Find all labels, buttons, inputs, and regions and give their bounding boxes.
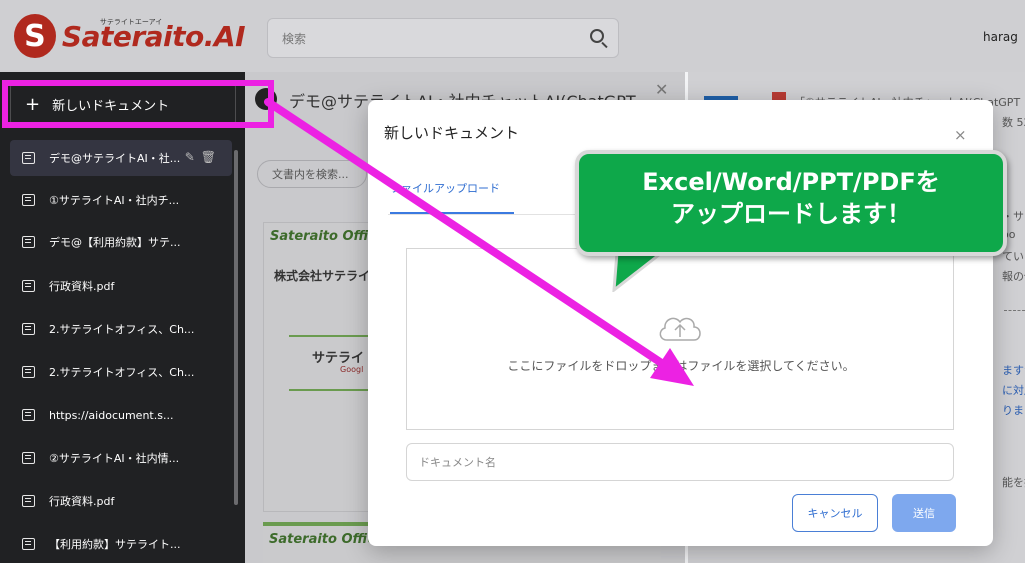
cloud-upload-icon: [659, 317, 701, 341]
annotation-callout: Excel/Word/PPT/PDFを アップロードします！: [575, 150, 1007, 256]
sidebar-doc-item[interactable]: 行政資料.pdf: [10, 268, 232, 304]
chat-text: ています: [1002, 250, 1025, 263]
chat-doc-icon: [22, 152, 35, 164]
suggested-question[interactable]: ります: [1002, 402, 1025, 418]
sidebar-doc-item[interactable]: 行政資料.pdf: [10, 483, 232, 519]
highlight-box: [2, 80, 274, 128]
sidebar-doc-item[interactable]: 【利用約款】サテライト...: [10, 526, 232, 562]
sidebar-doc-label: 行政資料.pdf: [49, 495, 115, 508]
sidebar-doc-label: ①サテライトAI・社内チ...: [49, 194, 180, 207]
header: 検索 harag: [245, 0, 1025, 72]
chat-doc-icon: [22, 236, 35, 248]
logo-kana: サテライトエーアイ: [99, 17, 163, 26]
logo-mark-icon: S: [14, 14, 56, 58]
submit-button[interactable]: 送信: [892, 494, 956, 532]
sidebar-doc-item[interactable]: デモ@【利用約款】サテ...: [10, 224, 232, 260]
sidebar-doc-label: デモ@【利用約款】サテ...: [49, 236, 181, 249]
tab-file-upload[interactable]: ファイルアップロード: [390, 180, 500, 196]
sidebar-doc-label: 2.サテライトオフィス、Ch...: [49, 366, 195, 379]
document-search-input[interactable]: 文書内を検索...: [257, 160, 367, 188]
thumb-divider: [289, 335, 379, 337]
logo[interactable]: S Sateraito.AI サテライトエーアイ: [0, 0, 246, 72]
thumb-google: Googl: [340, 365, 364, 374]
chat-doc-icon: [22, 194, 35, 206]
cancel-button[interactable]: キャンセル: [792, 494, 878, 532]
chat-text: 報の保: [1002, 270, 1025, 283]
dropzone-text: ここにファイルをドロップまたはファイルを選択してください。: [507, 359, 855, 373]
chat-doc-icon: [22, 409, 35, 421]
search-icon[interactable]: [590, 29, 604, 43]
doc-actions: ✎🗑: [185, 150, 222, 164]
chat-page-count: 数 52: [1002, 116, 1025, 129]
logo-text: Sateraito.AI サテライトエーアイ: [62, 17, 246, 53]
sidebar-doc-label: 【利用約款】サテライト...: [49, 538, 181, 551]
chat-doc-icon: [22, 452, 35, 464]
chat-doc-icon: [22, 495, 35, 507]
user-name[interactable]: harag: [983, 30, 1018, 44]
sidebar-scrollbar[interactable]: [234, 150, 238, 505]
trash-icon[interactable]: 🗑: [201, 150, 222, 164]
sidebar-doc-item[interactable]: 2.サテライトオフィス、Ch...: [10, 311, 232, 347]
sidebar-doc-label: 行政資料.pdf: [49, 280, 115, 293]
document-name-input[interactable]: [406, 443, 954, 481]
thumb-divider: [289, 389, 379, 391]
sidebar-doc-item[interactable]: https://aidocument.s...: [10, 397, 232, 433]
chat-text: 能を持: [1002, 476, 1025, 489]
thumb-subtitle: サテライ: [312, 351, 365, 366]
modal-title: 新しいドキュメント: [384, 124, 520, 142]
sidebar-doc-item[interactable]: 2.サテライトオフィス、Ch...: [10, 354, 232, 390]
chat-doc-icon: [22, 366, 35, 378]
close-icon[interactable]: ✕: [655, 80, 668, 99]
sidebar-doc-item[interactable]: ②サテライトAI・社内情...: [10, 440, 232, 476]
suggested-question[interactable]: に対応: [1002, 382, 1025, 398]
modal-close-icon[interactable]: ×: [954, 126, 967, 144]
divider: [1004, 310, 1025, 311]
edit-icon[interactable]: ✎: [185, 150, 201, 164]
search-input[interactable]: 検索: [267, 18, 619, 58]
chat-doc-icon: [22, 323, 35, 335]
sidebar-doc-label: ②サテライトAI・社内情...: [49, 452, 180, 465]
sidebar-doc-label: デモ@サテライトAI・社...: [49, 152, 181, 165]
chat-doc-icon: [22, 280, 35, 292]
callout-line-2: アップロードします！: [671, 200, 911, 228]
sidebar-doc-item[interactable]: デモ@サテライトAI・社... ✎🗑: [10, 140, 232, 176]
search-placeholder: 検索: [282, 31, 307, 46]
sidebar-doc-item[interactable]: ①サテライトAI・社内チ...: [10, 182, 232, 218]
suggested-question[interactable]: ますか: [1002, 362, 1025, 378]
sidebar-doc-label: 2.サテライトオフィス、Ch...: [49, 323, 195, 336]
sidebar-doc-label: https://aidocument.s...: [49, 408, 174, 422]
thumb-company: 株式会社サテライ: [274, 269, 371, 283]
thumb-logo: Sateraito Office: [269, 532, 384, 547]
chat-doc-icon: [22, 538, 35, 550]
callout-line-1: Excel/Word/PPT/PDFを: [642, 168, 940, 196]
